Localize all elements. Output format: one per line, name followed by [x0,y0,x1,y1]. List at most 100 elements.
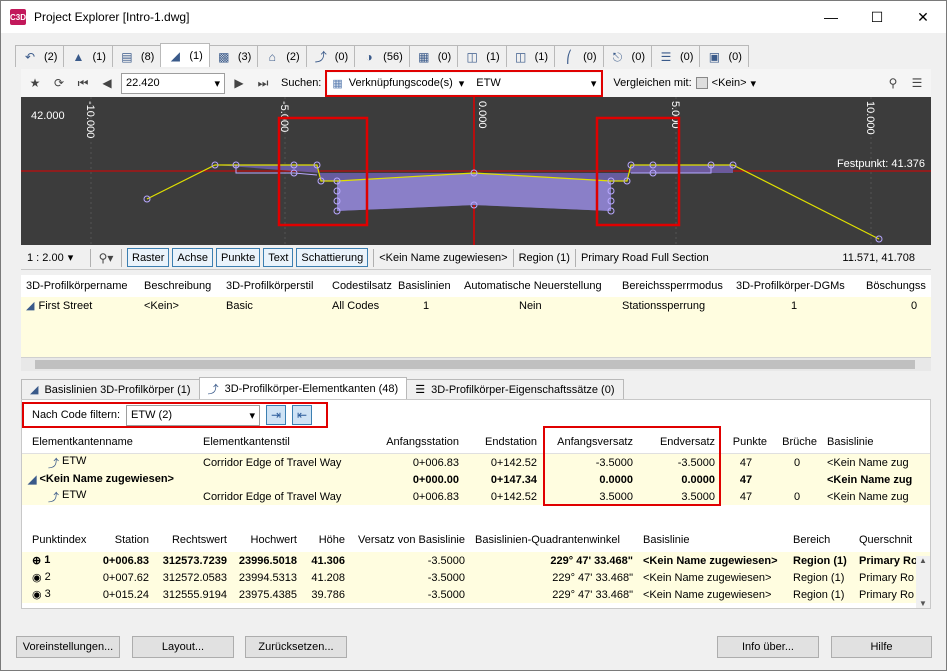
tab-count: (3) [237,50,252,63]
column-header[interactable]: Basislinien [393,280,459,292]
axis-label: 0.000 [476,101,488,129]
tab-layers[interactable]: ▣ (0) [699,45,749,67]
tab-points[interactable]: ◑ (56) [354,45,410,67]
refresh-icon[interactable]: ⟳ [49,73,69,93]
reset-button[interactable]: Zurücksetzen... [245,636,347,658]
station-value: 22.420 [126,77,160,89]
tab-sample-lines[interactable]: ⎛ (0) [554,45,604,67]
column-header[interactable]: Punktindex [22,534,92,546]
tab-profiles[interactable]: ▲ (1) [63,45,113,67]
column-header[interactable]: Endstation [464,436,542,448]
about-button[interactable]: Info über... [717,636,819,658]
compare-value: <Kein> [711,77,747,89]
table-cell: 0+006.83 [102,554,149,567]
tab-pressure-networks[interactable]: ◫ (1) [505,45,556,67]
column-header[interactable]: 3D-Profilkörper-DGMs [731,280,861,292]
column-header[interactable]: Elementkantenstil [198,436,368,448]
scroll-down-icon[interactable]: ▼ [919,599,927,608]
column-header[interactable]: 3D-Profilkörpername [21,280,139,292]
column-header[interactable]: Versatz von Basislinie [350,534,470,546]
code-filter-select[interactable]: ETW (2) ▾ [126,404,261,426]
tab-intersections[interactable]: ⎋ (0) [602,45,652,67]
star-icon[interactable]: ★ [25,73,45,93]
column-header[interactable]: Hochwert [232,534,302,546]
table-row[interactable]: ⊕ 1 0+006.83 312573.7239 23996.5018 41.30… [22,552,930,569]
column-header[interactable]: Höhe [302,534,350,546]
scroll-up-icon[interactable]: ▲ [919,556,927,565]
column-header[interactable]: Elementkantenname [22,436,198,448]
help-button[interactable]: Hilfe [831,636,932,658]
column-header[interactable]: Basislinien-Quadrantenwinkel [470,534,638,546]
tab-property-sets[interactable]: ☰ 3D-Profilkörper-Eigenschaftssätze (0) [406,379,624,399]
column-header[interactable]: Bereichssperrmodus [617,280,731,292]
close-button[interactable]: ✕ [900,1,946,33]
scrollbar-thumb[interactable] [35,360,915,369]
column-header[interactable]: 3D-Profilkörperstil [221,280,327,292]
tab-assemblies[interactable]: ▩ (3) [208,45,259,67]
minimize-button[interactable]: — [808,1,854,33]
section-viewer[interactable]: 42.000 -10.000 -5.000 0.000 5.000 10.000… [21,97,931,245]
toggle-points-button[interactable]: Punkte [215,248,261,267]
tab-corridors[interactable]: ◢ (1) [160,43,210,67]
tab-profile-views[interactable]: ▤ (8) [111,45,162,67]
tab-feature-lines[interactable]: ⤴ (0) [305,45,356,67]
tab-parcels[interactable]: ▦ (0) [408,45,459,67]
last-station-icon[interactable]: ⏭ [253,73,273,93]
tab-pipe-networks[interactable]: ◫ (1) [457,45,507,67]
column-header[interactable]: Codestilsatz [327,280,393,292]
menu-icon[interactable]: ☰ [907,73,927,93]
tab-feature-lines-detail[interactable]: ⤴ 3D-Profilkörper-Elementkanten (48) [198,377,408,399]
column-header[interactable]: Punkte [720,436,772,448]
zoom-to-icon[interactable]: ⇤ [292,405,313,425]
column-header[interactable]: Beschreibung [139,280,221,292]
column-header[interactable]: Basislinie [638,534,788,546]
layout-button[interactable]: Layout... [132,636,234,658]
horizontal-scrollbar[interactable] [21,357,931,371]
table-cell: 41.306 [311,554,345,567]
tab-count: (0) [437,50,452,63]
tab-surfaces[interactable]: ⌂ (2) [257,45,307,67]
toggle-shading-button[interactable]: Schattierung [296,248,369,267]
table-cell: Primary Ro [859,571,915,584]
status-section: Primary Road Full Section [580,251,709,264]
table-row[interactable]: ◉ 2 0+007.62 312572.0583 23994.5313 41.20… [22,569,930,586]
toggle-grid-button[interactable]: Raster [127,248,170,267]
column-header[interactable]: Endversatz [638,436,720,448]
tab-tables[interactable]: ☰ (0) [651,45,701,67]
table-cell: <Kein Name zugewiesen> [643,571,772,584]
column-header[interactable]: Station [92,534,154,546]
table-row[interactable]: ◢ <Kein Name zugewiesen> 0+000.00 0+147.3… [22,471,930,488]
vertical-scrollbar[interactable]: ▲ ▼ [916,556,930,608]
toggle-axis-button[interactable]: Achse [172,248,213,267]
first-station-icon[interactable]: ⏮ [73,73,93,93]
column-header[interactable]: Basislinie [822,436,914,448]
scale-select[interactable]: 1 : 2.00 ▾ [27,251,85,265]
column-header[interactable]: Anfangsstation [368,436,464,448]
tab-alignments[interactable]: ↶ (2) [15,45,65,67]
table-row[interactable]: ⤴ ETW Corridor Edge of Travel Way 0+006.8… [22,454,930,471]
sample-line-icon: ⎛ [566,49,573,64]
table-row[interactable]: ◉ 3 0+015.24 312555.9194 23975.4385 39.78… [22,586,930,603]
column-header[interactable]: Anfangsversatz [542,436,638,448]
compare-select[interactable]: <Kein> ▾ [695,77,756,90]
column-header[interactable]: Querschnit [854,534,916,546]
column-header[interactable]: Brüche [772,436,822,448]
table-row[interactable]: ⤴ ETW Corridor Edge of Travel Way 0+006.8… [22,488,930,505]
next-station-icon[interactable]: ▶ [229,73,249,93]
zoom-icon[interactable]: ⚲ [883,73,903,93]
toggle-text-button[interactable]: Text [263,248,294,267]
zoom-tool-icon[interactable]: ⚲▾ [96,248,116,268]
column-header[interactable]: Böschungss [861,280,931,292]
column-header[interactable]: Rechtswert [154,534,232,546]
select-in-drawing-icon[interactable]: ⇥ [266,405,287,425]
point-table: Punktindex Station Rechtswert Hochwert H… [22,528,930,608]
tab-baselines[interactable]: ◢ Basislinien 3D-Profilkörper (1) [21,379,200,399]
previous-station-icon[interactable]: ◀ [97,73,117,93]
column-header[interactable]: Automatische Neuerstellung [459,280,617,292]
table-row[interactable]: ◢ First Street <Kein> Basic All Codes 1 N… [21,297,931,314]
settings-button[interactable]: Voreinstellungen... [16,636,120,658]
column-header[interactable]: Bereich [788,534,854,546]
search-mode-select[interactable]: ▦ Verknüpfungscode(s) ▾ ETW ▾ [328,72,601,94]
maximize-button[interactable]: ☐ [854,1,900,33]
station-select[interactable]: 22.420 ▾ [121,72,225,94]
